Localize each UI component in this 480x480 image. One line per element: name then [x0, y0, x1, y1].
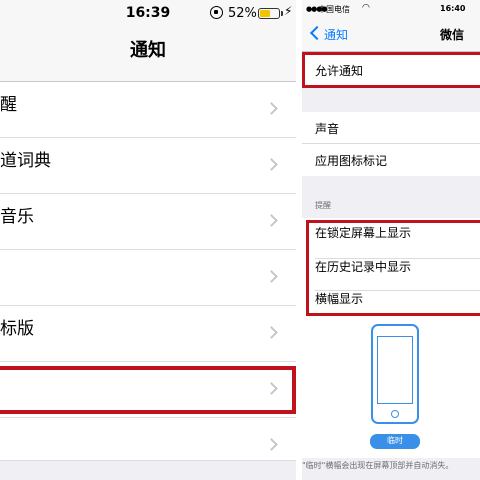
- badge-app-icon-row[interactable]: 应用图标标记: [302, 144, 480, 176]
- nav-bar: 通知 微信: [302, 18, 480, 52]
- carrier-name: 中国电信: [318, 5, 350, 14]
- right-screen: ●●●● 中国电信 ◠ 16:40 通知 微信 允许通知 声音 应用图标标记 提…: [302, 0, 480, 480]
- sounds-row[interactable]: 声音: [302, 112, 480, 144]
- status-time: 16:40: [440, 4, 466, 13]
- highlight-box: [302, 52, 480, 88]
- highlight-box: [0, 366, 296, 414]
- app-row-label: 醒: [0, 95, 17, 115]
- chevron-right-icon: [265, 270, 278, 283]
- chevron-right-icon: [265, 326, 278, 339]
- sounds-label: 声音: [315, 122, 340, 136]
- app-row-label: 道词典: [0, 151, 51, 171]
- chevron-right-icon: [265, 214, 278, 227]
- banner-preview: 临时: [302, 314, 480, 458]
- badge-app-icon-label: 应用图标标记: [315, 154, 388, 168]
- app-row-label: 音乐: [0, 207, 34, 227]
- phone-screen: [377, 336, 413, 404]
- battery-fill: [260, 10, 271, 17]
- status-bar: 16:39 52% ⚡: [0, 0, 296, 26]
- chevron-right-icon: [265, 158, 278, 171]
- app-row[interactable]: [0, 418, 296, 461]
- status-bar: ●●●● 中国电信 ◠ 16:40: [302, 0, 480, 18]
- left-screen: 16:39 52% ⚡ 通知 醒 道词典 音乐 标版: [0, 0, 296, 480]
- chevron-right-icon: [265, 102, 278, 115]
- page-title: 通知: [130, 40, 166, 61]
- chevron-left-icon[interactable]: [309, 25, 325, 41]
- rotation-lock-icon: [210, 6, 223, 19]
- app-row[interactable]: 醒: [0, 82, 296, 138]
- app-row-label: 标版: [0, 319, 34, 339]
- battery-percentage: 52%: [228, 6, 257, 21]
- nav-bar: 通知: [0, 26, 296, 82]
- app-row[interactable]: 音乐: [0, 194, 296, 250]
- alerts-section-header: 提醒: [315, 201, 331, 210]
- chevron-right-icon: [265, 438, 278, 451]
- app-row[interactable]: [0, 250, 296, 306]
- page-title: 微信: [440, 28, 465, 42]
- battery-icon: [258, 8, 283, 19]
- highlight-box: [306, 220, 480, 316]
- app-row[interactable]: 标版: [0, 306, 296, 362]
- temporary-banner-option[interactable]: 临时: [370, 434, 420, 449]
- back-button[interactable]: 通知: [324, 26, 348, 43]
- wifi-icon: ◠: [362, 3, 370, 13]
- charging-icon: ⚡: [284, 4, 293, 18]
- app-row[interactable]: 道词典: [0, 138, 296, 194]
- banner-footer-note: "临时"横幅会出现在屏幕顶部并自动消失。: [302, 461, 454, 470]
- phone-illustration-icon[interactable]: [371, 324, 419, 424]
- home-button: [391, 410, 399, 418]
